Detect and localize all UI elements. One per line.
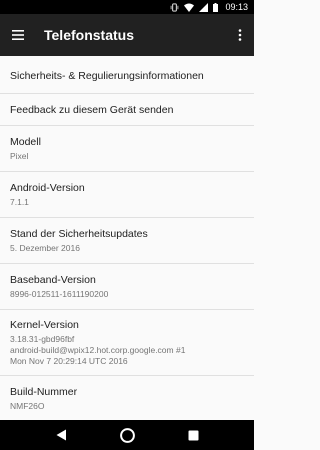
list-item-build-number[interactable]: Build-Nummer NMF26O [0,376,254,420]
navigation-bar [0,420,254,450]
list-item-title: Modell [10,136,41,148]
list-item-title: Build-Nummer [10,385,78,398]
more-vert-icon[interactable] [226,14,254,56]
list-item-title: Baseband-Version [10,274,96,286]
list-item-value: NMF26O [10,400,45,411]
list-item-kernel-version: Kernel-Version 3.18.31-gbd96fbf android-… [0,310,254,376]
status-time: 09:13 [225,2,248,12]
list-item-send-feedback[interactable]: Feedback zu diesem Gerät senden [0,94,254,126]
cell-signal-icon [199,2,209,12]
vibrate-icon [170,2,179,12]
list-item-value: 5. Dezember 2016 [10,243,80,253]
list-item-title: Android-Version [10,182,85,194]
home-icon[interactable] [112,420,142,450]
list-item-baseband-version: Baseband-Version 8996-012511-1611190200 [0,264,254,310]
settings-list: Sicherheits- & Regulierungsinformationen… [0,56,254,420]
list-item-title: Sicherheits- & Regulierungsinformationen [10,69,204,82]
list-item-security-patch: Stand der Sicherheitsupdates 5. Dezember… [0,218,254,264]
page-title: Telefonstatus [44,27,134,43]
list-item-value: 3.18.31-gbd96fbf android-build@wpix12.ho… [10,334,186,366]
list-item-android-version[interactable]: Android-Version 7.1.1 [0,172,254,218]
list-item-value: 8996-012511-1611190200 [10,289,109,299]
app-toolbar: Telefonstatus [0,14,254,56]
list-item-value: Pixel [10,151,29,161]
list-item-title: Kernel-Version [10,319,79,331]
recents-icon[interactable] [178,420,208,450]
back-icon[interactable] [46,420,76,450]
status-bar: 09:13 [0,0,254,14]
wifi-icon [184,3,195,12]
list-item-title: Stand der Sicherheitsupdates [10,228,148,240]
list-item-model: Modell Pixel [0,126,254,172]
list-item-safety-regulatory[interactable]: Sicherheits- & Regulierungsinformationen [0,56,254,94]
battery-icon [213,2,219,12]
list-item-value: 7.1.1 [10,197,29,207]
list-item-title: Feedback zu diesem Gerät senden [10,103,174,116]
hamburger-menu-icon[interactable] [0,14,36,56]
